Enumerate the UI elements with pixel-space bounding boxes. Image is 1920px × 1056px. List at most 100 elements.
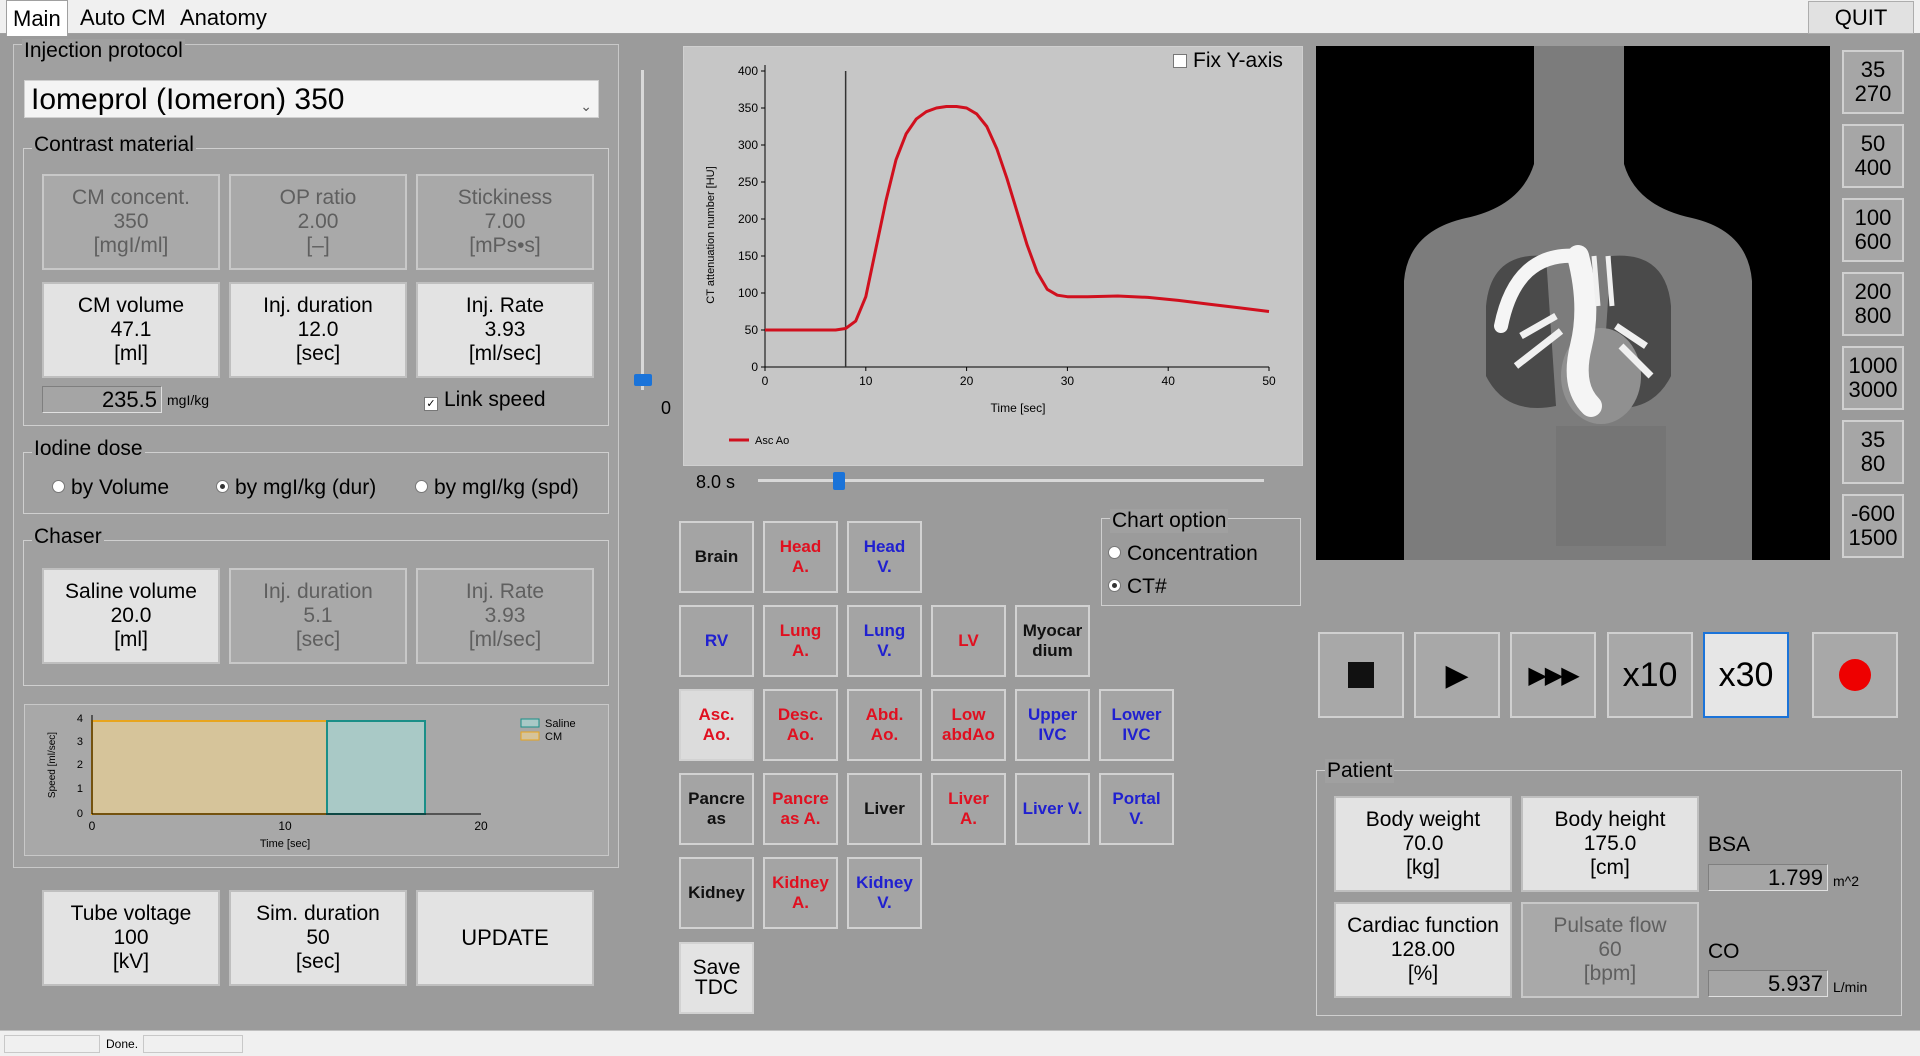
vessel-button-lv[interactable]: LV: [931, 605, 1006, 677]
saline-volume-unit: [ml]: [114, 628, 148, 651]
vessel-button-desc-ao[interactable]: Desc. Ao.: [763, 689, 838, 761]
radio-by-volume[interactable]: by Volume: [52, 476, 169, 500]
checkbox-icon: [1173, 54, 1187, 68]
chaser-rate-button[interactable]: Inj. Rate 3.93 [ml/sec]: [416, 568, 594, 664]
tube-voltage-button[interactable]: Tube voltage 100 [kV]: [42, 890, 220, 986]
pulsate-flow-label: Pulsate flow: [1553, 914, 1667, 937]
tab-anatomy[interactable]: Anatomy: [174, 2, 273, 34]
bsa-field: 1.799: [1708, 864, 1828, 891]
stickiness-value: 7.00: [484, 210, 526, 233]
body-height-unit: [cm]: [1590, 856, 1630, 879]
time-slider-thumb[interactable]: [832, 472, 845, 490]
radio-ct-number[interactable]: CT#: [1108, 575, 1167, 599]
vessel-button-asc-ao[interactable]: Asc. Ao.: [679, 689, 754, 761]
vessel-label: Asc. Ao.: [698, 705, 735, 744]
vessel-label: RV: [704, 631, 729, 650]
dose-field[interactable]: 235.5: [42, 386, 162, 413]
vessel-button-lung-v[interactable]: Lung V.: [847, 605, 922, 677]
vessel-button-head-a[interactable]: Head A.: [763, 521, 838, 593]
inj-rate-button[interactable]: Inj. Rate 3.93 [ml/sec]: [416, 282, 594, 378]
vessel-button-upper-ivc[interactable]: Upper IVC: [1015, 689, 1090, 761]
body-height-button[interactable]: Body height 175.0 [cm]: [1521, 796, 1699, 892]
vessel-button-lung-a[interactable]: Lung A.: [763, 605, 838, 677]
vertical-slider-track[interactable]: [641, 70, 644, 390]
tdc-legend-label: Asc Ao: [755, 435, 789, 447]
radio-concentration[interactable]: Concentration: [1108, 542, 1258, 566]
fix-y-axis-checkbox[interactable]: Fix Y-axis: [1173, 49, 1283, 73]
agent-dropdown[interactable]: Iomeprol (Iomeron) 350 ⌄: [24, 80, 599, 118]
body-weight-button[interactable]: Body weight 70.0 [kg]: [1334, 796, 1512, 892]
legend-saline-label: Saline: [545, 718, 576, 730]
tdc-ytick-label: 250: [738, 175, 758, 189]
speed-x30-button[interactable]: x30: [1703, 632, 1789, 718]
speed-x10-button[interactable]: x10: [1607, 632, 1693, 718]
play-button[interactable]: ▶: [1414, 632, 1500, 718]
vessel-button-liver-a[interactable]: Liver A.: [931, 773, 1006, 845]
record-button[interactable]: [1812, 632, 1898, 718]
quit-button[interactable]: QUIT: [1808, 1, 1914, 34]
window-preset-button[interactable]: 1000 3000: [1842, 346, 1904, 410]
cm-volume-button[interactable]: CM volume 47.1 [ml]: [42, 282, 220, 378]
vessel-button-liver-v[interactable]: Liver V.: [1015, 773, 1090, 845]
vessel-button-lower-ivc[interactable]: Lower IVC: [1099, 689, 1174, 761]
save-tdc-button[interactable]: Save TDC: [679, 942, 754, 1014]
sim-duration-button[interactable]: Sim. duration 50 [sec]: [229, 890, 407, 986]
tab-auto-cm[interactable]: Auto CM: [74, 2, 172, 34]
saline-volume-value: 20.0: [110, 604, 152, 627]
radio-icon: [415, 480, 428, 493]
vessel-button-kidney-v[interactable]: Kidney V.: [847, 857, 922, 929]
vessel-button-kidney[interactable]: Kidney: [679, 857, 754, 929]
cm-concent-button[interactable]: CM concent. 350 [mgI/ml]: [42, 174, 220, 270]
stickiness-button[interactable]: Stickiness 7.00 [mPs•s]: [416, 174, 594, 270]
op-ratio-button[interactable]: OP ratio 2.00 [–]: [229, 174, 407, 270]
vertical-slider-thumb[interactable]: [634, 374, 652, 386]
window-level: 1000: [1848, 353, 1898, 378]
vessel-button-liver[interactable]: Liver: [847, 773, 922, 845]
update-label: UPDATE: [461, 925, 549, 950]
vessel-button-kidney-a[interactable]: Kidney A.: [763, 857, 838, 929]
saline-volume-button[interactable]: Saline volume 20.0 [ml]: [42, 568, 220, 664]
stop-button[interactable]: [1318, 632, 1404, 718]
vessel-button-brain[interactable]: Brain: [679, 521, 754, 593]
pulsate-flow-button[interactable]: Pulsate flow 60 [bpm]: [1521, 902, 1699, 998]
iodine-dose-title: Iodine dose: [32, 437, 145, 461]
window-preset-button[interactable]: 35 270: [1842, 50, 1904, 114]
vessel-button-rv[interactable]: RV: [679, 605, 754, 677]
chaser-duration-button[interactable]: Inj. duration 5.1 [sec]: [229, 568, 407, 664]
window-preset-button[interactable]: -600 1500: [1842, 494, 1904, 558]
co-unit: L/min: [1833, 979, 1868, 995]
inj-rate-label: Inj. Rate: [465, 294, 545, 317]
tube-voltage-label: Tube voltage: [70, 902, 192, 925]
body-weight-value: 70.0: [1402, 832, 1444, 855]
vessel-button-myocar-dium[interactable]: Myocar dium: [1015, 605, 1090, 677]
radio-by-mgikg-spd[interactable]: by mgI/kg (spd): [415, 476, 579, 500]
vessel-button-pancre-as-a[interactable]: Pancre as A.: [763, 773, 838, 845]
injection-speed-svg: 4 3 2 1 0 0 10 20 Time [sec] Speed [ml/s…: [47, 713, 576, 850]
cm-volume-value: 47.1: [110, 318, 152, 341]
vessel-button-low-abdao[interactable]: Low abdAo: [931, 689, 1006, 761]
link-speed-checkbox[interactable]: ✓ Link speed: [424, 388, 546, 412]
radio-by-mgikg-dur[interactable]: by mgI/kg (dur): [216, 476, 376, 500]
window-preset-button[interactable]: 100 600: [1842, 198, 1904, 262]
tdc-xtick-label: 20: [960, 374, 974, 388]
cardiac-function-button[interactable]: Cardiac function 128.00 [%]: [1334, 902, 1512, 998]
window-preset-button[interactable]: 200 800: [1842, 272, 1904, 336]
window-preset-button[interactable]: 35 80: [1842, 420, 1904, 484]
vessel-button-portal-v[interactable]: Portal V.: [1099, 773, 1174, 845]
op-ratio-unit: [–]: [306, 234, 330, 257]
vessel-label: Lower IVC: [1111, 705, 1162, 744]
vessel-button-pancre-as[interactable]: Pancre as: [679, 773, 754, 845]
tab-main[interactable]: Main: [6, 0, 68, 36]
inj-rate-value: 3.93: [484, 318, 526, 341]
vessel-label: Myocar dium: [1022, 621, 1083, 660]
window-preset-button[interactable]: 50 400: [1842, 124, 1904, 188]
legend-saline-swatch: [520, 718, 540, 728]
vessel-button-head-v[interactable]: Head V.: [847, 521, 922, 593]
inj-duration-button[interactable]: Inj. duration 12.0 [sec]: [229, 282, 407, 378]
fast-forward-button[interactable]: ▶▶▶: [1510, 632, 1596, 718]
window-level: 35: [1860, 57, 1886, 82]
update-button[interactable]: UPDATE: [416, 890, 594, 986]
tdc-xtick-label: 30: [1061, 374, 1075, 388]
cm-volume-label: CM volume: [77, 294, 185, 317]
vessel-button-abd-ao[interactable]: Abd. Ao.: [847, 689, 922, 761]
